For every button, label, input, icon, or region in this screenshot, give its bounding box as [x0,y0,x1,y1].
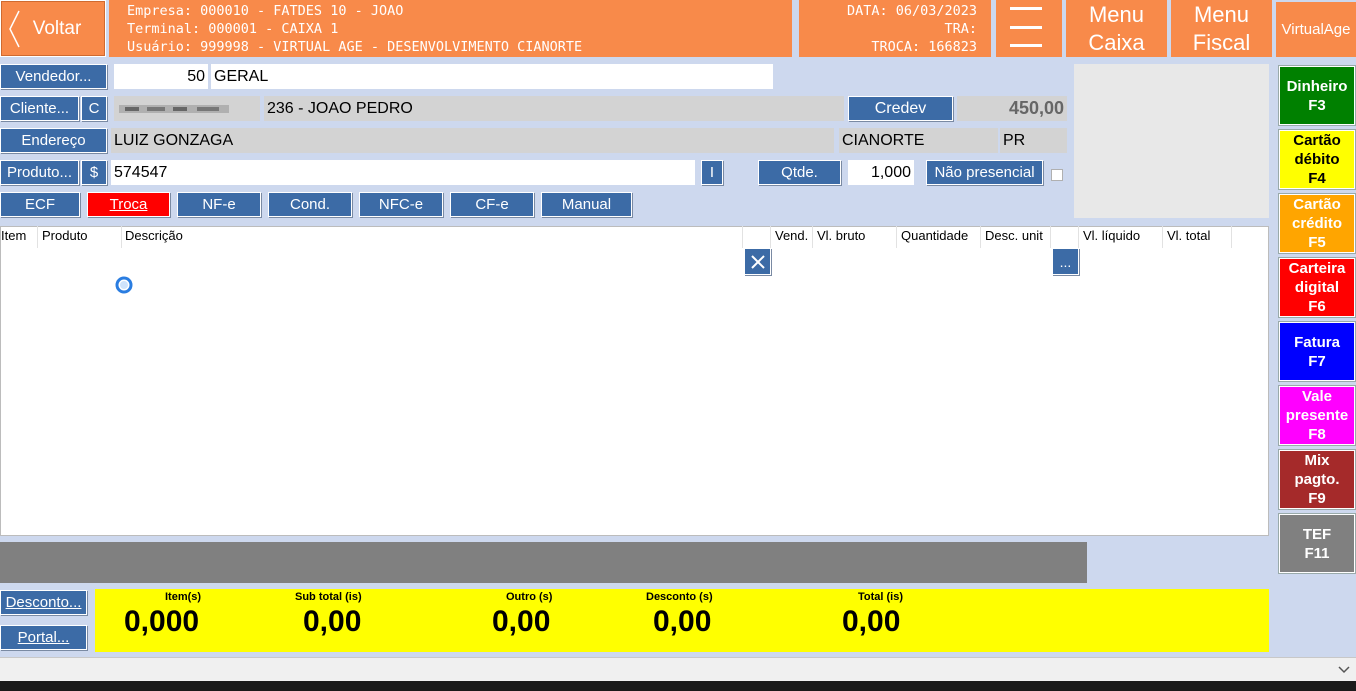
itens-label: Item(s) [165,591,202,603]
col-produto: Produto [42,228,88,243]
cliente-name-field: 236 - JOAO PEDRO [264,96,844,121]
cliente-button[interactable]: Cliente... [0,96,79,121]
empresa-text: Empresa: 000010 - FATDES 10 - JOAO [127,3,404,19]
qtde-input[interactable]: 1,000 [848,160,914,185]
mode-troca-button[interactable]: Troca [87,192,170,217]
date-text: DATA: 06/03/2023 [846,3,977,19]
virtualage-button[interactable]: VirtualAge [1276,2,1356,57]
menu-caixa-line2: Caixa [1088,30,1145,55]
status-bar [0,542,1087,583]
taskbar-strip [0,681,1356,691]
credev-value: 450,00 [957,96,1067,121]
qtde-button[interactable]: Qtde. [758,160,841,185]
portal-button[interactable]: Portal... [0,625,87,650]
total-label: Total (is) [858,591,904,603]
close-icon [750,254,765,269]
vendedor-code-field[interactable]: 50 [114,64,208,89]
info-button[interactable]: I [701,160,723,185]
product-image-panel [1074,64,1269,218]
col-item: Item [1,228,27,243]
itens-value: 0,000 [124,605,200,638]
menu-caixa-line1: Menu [1088,2,1145,27]
col-quantidade: Quantidade [901,228,969,243]
uf-field: PR [1000,128,1067,153]
cidade-field: CIANORTE [839,128,998,153]
menu-fiscal-line2: Fiscal [1192,30,1251,55]
terminal-text: Terminal: 000001 - CAIXA 1 [127,21,339,37]
mode-nfe-button[interactable]: NF-e [177,192,261,217]
pay-cartao-debito-button[interactable]: Cartão débito F4 [1279,130,1355,189]
endereco-button[interactable]: Endereço [0,128,107,153]
mode-cond-button[interactable]: Cond. [268,192,352,217]
troca-text: TROCA: 166823 [871,39,977,55]
col-vl-liquido: Vl. líquido [1083,228,1141,243]
produto-button[interactable]: Produto... [0,160,79,185]
subtotal-value: 0,00 [303,605,362,638]
tra-text: TRA: [944,21,977,37]
pay-dinheiro-button[interactable]: Dinheiro F3 [1279,66,1355,125]
vendedor-button[interactable]: Vendedor... [0,64,107,89]
col-vend: Vend. [775,228,809,243]
date-info: DATA: 06/03/2023 TRA: TROCA: 166823 [799,0,991,57]
endereco-field: LUIZ GONZAGA [111,128,834,153]
vendedor-name-field[interactable]: GERAL [211,64,773,89]
mode-manual-button[interactable]: Manual [541,192,632,217]
loading-spinner-icon [115,276,133,294]
nao-presencial-button[interactable]: Não presencial [926,160,1043,185]
blurred-document-image [119,104,229,113]
cliente-c-button[interactable]: C [81,96,107,121]
outro-label: Outro (s) [506,591,553,603]
mode-nfce-button[interactable]: NFC-e [359,192,443,217]
col-descricao: Descrição [125,228,183,243]
produto-input[interactable]: 574547 [111,160,695,185]
subtotal-label: Sub total (is) [295,591,362,603]
col-vl-bruto: Vl. bruto [817,228,866,243]
preco-button[interactable]: $ [81,160,107,185]
chevron-left-icon [9,10,20,48]
desconto-total-value: 0,00 [653,605,712,638]
bottom-combo[interactable] [0,657,1356,681]
credev-button[interactable]: Credev [848,96,953,121]
pay-carteira-digital-button[interactable]: Carteira digital F6 [1279,258,1355,317]
outro-value: 0,00 [492,605,551,638]
menu-fiscal-line1: Menu [1193,2,1250,27]
usuario-text: Usuário: 999998 - VIRTUAL AGE - DESENVOL… [127,39,583,55]
mode-cfe-button[interactable]: CF-e [450,192,534,217]
col-vl-total: Vl. total [1167,228,1211,243]
item-details-button[interactable]: ... [1052,248,1079,275]
nao-presencial-checkbox[interactable] [1051,169,1063,181]
pay-vale-presente-button[interactable]: Vale presente F8 [1279,386,1355,445]
menu-icon [1010,7,1042,47]
col-desc-unit: Desc. unit [985,228,1043,243]
back-label: Voltar [32,17,82,39]
menu-caixa-button[interactable]: Menu Caixa [1066,0,1167,57]
total-value: 0,00 [842,605,901,638]
mode-ecf-button[interactable]: ECF [0,192,80,217]
session-info: Empresa: 000010 - FATDES 10 - JOAO Termi… [109,0,792,57]
desconto-total-label: Desconto (s) [646,591,713,603]
menu-fiscal-button[interactable]: Menu Fiscal [1171,0,1272,57]
desconto-button[interactable]: Desconto... [0,590,87,615]
pay-cartao-credito-button[interactable]: Cartão crédito F5 [1279,194,1355,253]
cliente-document-field [114,96,260,121]
chevron-down-icon [1338,666,1350,674]
pay-tef-button[interactable]: TEF F11 [1279,514,1355,573]
virtualage-label: VirtualAge [1281,21,1351,38]
pay-fatura-button[interactable]: Fatura F7 [1279,322,1355,381]
remove-item-button[interactable] [744,248,771,275]
hamburger-menu-button[interactable] [996,0,1062,57]
pay-mix-button[interactable]: Mix pagto. F9 [1279,450,1355,509]
back-button[interactable]: Voltar [0,0,106,57]
